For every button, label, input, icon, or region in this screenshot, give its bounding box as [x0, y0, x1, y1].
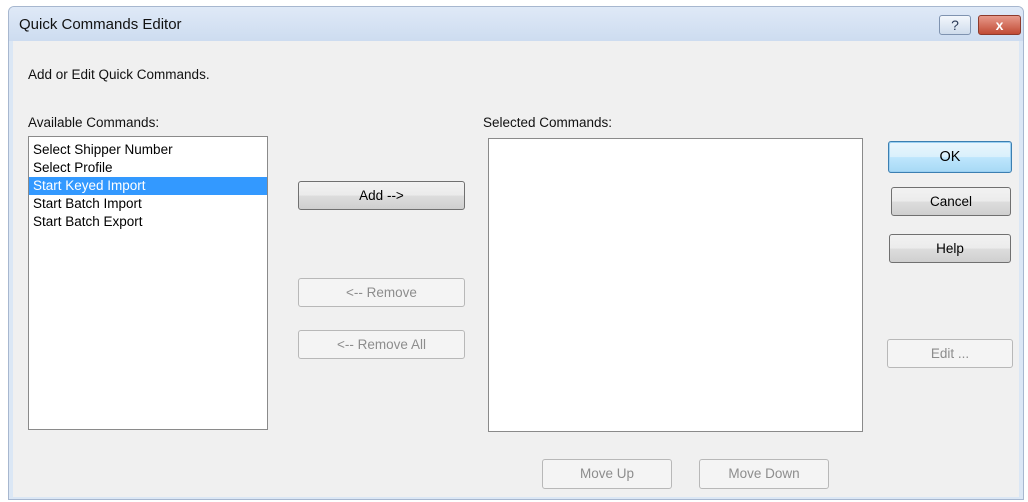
dialog-body: Add or Edit Quick Commands. Available Co…	[13, 41, 1019, 497]
selected-commands-label: Selected Commands:	[483, 115, 613, 130]
help-question-icon[interactable]: ?	[939, 15, 971, 35]
edit-button[interactable]: Edit ...	[887, 339, 1013, 368]
available-commands-label: Available Commands:	[28, 115, 160, 130]
cancel-button[interactable]: Cancel	[891, 187, 1011, 216]
add-button[interactable]: Add -->	[298, 181, 465, 210]
ok-button[interactable]: OK	[888, 141, 1012, 173]
title-bar[interactable]: Quick Commands Editor ? x	[9, 7, 1023, 41]
remove-button[interactable]: <-- Remove	[298, 278, 465, 307]
list-item[interactable]: Start Batch Export	[29, 213, 267, 231]
available-commands-list[interactable]: Select Shipper Number Select Profile Sta…	[28, 136, 268, 430]
move-down-button[interactable]: Move Down	[699, 459, 829, 489]
quick-commands-editor-window: Quick Commands Editor ? x Add or Edit Qu…	[8, 6, 1024, 500]
remove-all-button[interactable]: <-- Remove All	[298, 330, 465, 359]
list-item[interactable]: Start Batch Import	[29, 195, 267, 213]
instructions-text: Add or Edit Quick Commands.	[28, 67, 210, 82]
list-item[interactable]: Select Shipper Number	[29, 141, 267, 159]
window-title: Quick Commands Editor	[19, 16, 182, 33]
close-icon[interactable]: x	[978, 15, 1021, 35]
list-item[interactable]: Select Profile	[29, 159, 267, 177]
selected-commands-list[interactable]	[488, 138, 863, 432]
move-up-button[interactable]: Move Up	[542, 459, 672, 489]
help-button[interactable]: Help	[889, 234, 1011, 263]
list-item-selected[interactable]: Start Keyed Import	[29, 177, 267, 195]
